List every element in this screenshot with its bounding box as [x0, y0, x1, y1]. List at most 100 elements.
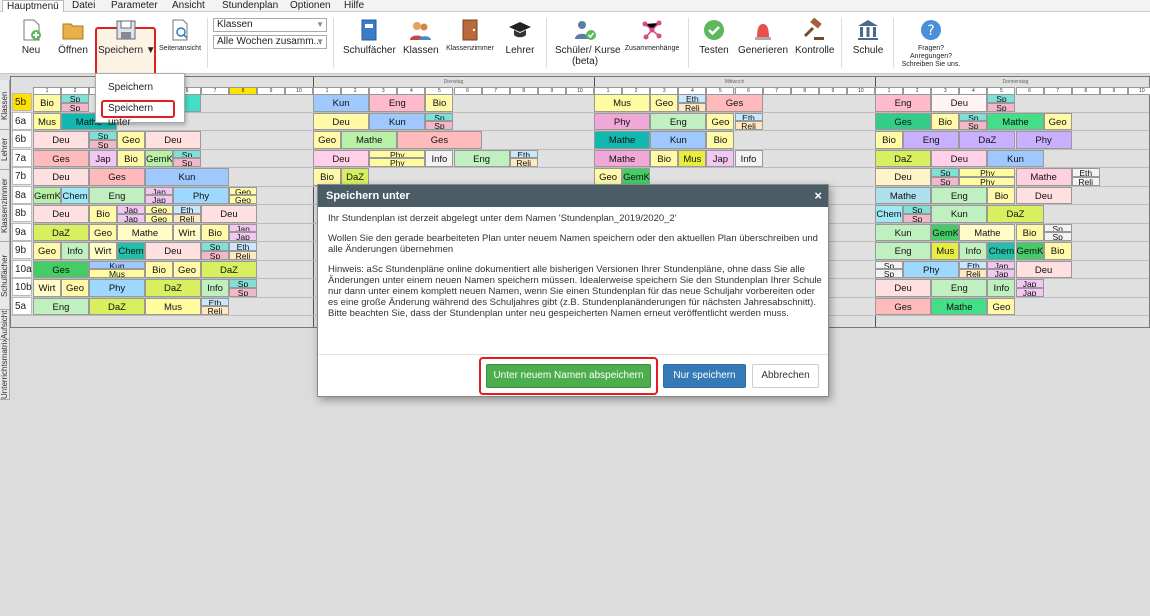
- lesson-cell[interactable]: Reli: [509, 158, 538, 167]
- lesson-cell[interactable]: Kun: [650, 131, 707, 149]
- lesson-cell[interactable]: Info: [959, 242, 988, 260]
- lesson-cell[interactable]: DaZ: [89, 297, 145, 315]
- lesson-cell[interactable]: Deu: [313, 112, 370, 130]
- lesson-cell[interactable]: Sp: [1043, 232, 1072, 241]
- lesson-cell[interactable]: DaZ: [987, 205, 1044, 223]
- lesson-cell[interactable]: Phy: [594, 112, 651, 130]
- lesson-cell[interactable]: GemK: [145, 149, 173, 167]
- lesson-cell[interactable]: Sp: [61, 94, 89, 103]
- lesson-cell[interactable]: Reli: [959, 269, 988, 278]
- lesson-cell[interactable]: Sp: [173, 149, 201, 159]
- lesson-cell[interactable]: Mathe: [875, 186, 932, 204]
- lesson-cell[interactable]: Mathe: [341, 131, 398, 149]
- lesson-cell[interactable]: Eth: [734, 112, 763, 122]
- lesson-cell[interactable]: Eth: [201, 297, 229, 307]
- lesson-cell[interactable]: Phy: [173, 186, 229, 204]
- lesson-cell[interactable]: Bio: [706, 131, 735, 149]
- lesson-cell[interactable]: Deu: [875, 168, 932, 186]
- subjects-button[interactable]: Schulfächer: [343, 16, 396, 56]
- lesson-cell[interactable]: Eth: [1071, 168, 1100, 177]
- lesson-cell[interactable]: Eng: [369, 94, 426, 112]
- lesson-cell[interactable]: Deu: [33, 168, 89, 186]
- lesson-cell[interactable]: Info: [61, 242, 89, 260]
- lesson-cell[interactable]: Phy: [959, 168, 1016, 177]
- view-select[interactable]: Klassen ▼: [213, 18, 327, 32]
- lesson-cell[interactable]: Info: [734, 149, 763, 167]
- lesson-cell[interactable]: DaZ: [33, 223, 89, 241]
- lesson-cell[interactable]: Geo: [61, 279, 89, 297]
- lesson-cell[interactable]: Sp: [201, 250, 229, 260]
- class-row-label[interactable]: 10a: [12, 259, 32, 278]
- lesson-cell[interactable]: Chem: [987, 242, 1016, 260]
- open-button[interactable]: Öffnen: [57, 16, 89, 56]
- lesson-cell[interactable]: Jap: [145, 195, 173, 204]
- lesson-cell[interactable]: Eng: [931, 186, 988, 204]
- lesson-cell[interactable]: Info: [987, 279, 1016, 297]
- menu-item-save[interactable]: Speichern: [108, 82, 153, 93]
- lesson-cell[interactable]: Info: [201, 279, 229, 297]
- lesson-cell[interactable]: Geo: [650, 94, 679, 112]
- lesson-cell[interactable]: Wirt: [89, 242, 117, 260]
- lesson-cell[interactable]: Deu: [931, 94, 988, 112]
- lesson-cell[interactable]: Jap: [117, 205, 145, 214]
- side-tab-5[interactable]: Unterrichtsmatrix: [0, 340, 10, 400]
- lesson-cell[interactable]: Chem: [875, 205, 904, 223]
- lesson-cell[interactable]: Eng: [903, 131, 960, 149]
- lesson-cell[interactable]: Wirt: [173, 223, 201, 241]
- lesson-cell[interactable]: Bio: [931, 112, 960, 130]
- lesson-cell[interactable]: Eth: [678, 94, 707, 103]
- lesson-cell[interactable]: Eth: [959, 260, 988, 270]
- lesson-cell[interactable]: Jap: [229, 232, 257, 241]
- lesson-cell[interactable]: Phy: [1015, 131, 1072, 149]
- lesson-cell[interactable]: Bio: [117, 149, 145, 167]
- lesson-cell[interactable]: Reli: [229, 250, 257, 260]
- lesson-cell[interactable]: Ges: [875, 112, 932, 130]
- lesson-cell[interactable]: Eng: [931, 279, 988, 297]
- lesson-cell[interactable]: Jap: [987, 269, 1016, 278]
- lesson-cell[interactable]: Sp: [931, 176, 960, 186]
- class-row-label[interactable]: 10b: [12, 278, 32, 296]
- page-view-button[interactable]: Seitenansicht: [158, 16, 202, 53]
- lesson-cell[interactable]: Phy: [959, 176, 1016, 186]
- lesson-cell[interactable]: Geo: [229, 195, 257, 204]
- lesson-cell[interactable]: DaZ: [341, 168, 370, 186]
- class-row-label[interactable]: 6a: [12, 111, 32, 130]
- lesson-cell[interactable]: Eng: [89, 186, 145, 204]
- lesson-cell[interactable]: Phy: [369, 158, 426, 167]
- lesson-cell[interactable]: DaZ: [875, 149, 932, 167]
- lesson-cell[interactable]: Kun: [931, 205, 988, 223]
- lesson-cell[interactable]: Mathe: [1015, 168, 1072, 186]
- lesson-cell[interactable]: Jap: [1015, 279, 1044, 288]
- class-row-label[interactable]: 8b: [12, 204, 32, 222]
- lesson-cell[interactable]: Ges: [33, 149, 89, 167]
- lesson-cell[interactable]: Bio: [425, 94, 454, 112]
- lesson-cell[interactable]: Mus: [594, 94, 651, 112]
- lesson-cell[interactable]: DaZ: [959, 131, 1016, 149]
- lesson-cell[interactable]: Bio: [987, 186, 1016, 204]
- menu-hauptmenu[interactable]: Hauptmenü: [2, 0, 64, 12]
- lesson-cell[interactable]: GemK: [33, 186, 61, 204]
- menu-item-save-as[interactable]: Speichern unter: [101, 100, 175, 128]
- lesson-cell[interactable]: Mathe: [117, 223, 173, 241]
- menu-hilfe[interactable]: Hilfe: [340, 0, 368, 11]
- lesson-cell[interactable]: Eng: [875, 94, 932, 112]
- lesson-cell[interactable]: Deu: [201, 205, 257, 223]
- lesson-cell[interactable]: Sp: [425, 112, 454, 122]
- week-select[interactable]: Alle Wochen zusamm... ▼: [213, 35, 327, 49]
- lesson-cell[interactable]: Sp: [89, 139, 117, 149]
- lesson-cell[interactable]: Jap: [89, 149, 117, 167]
- lesson-cell[interactable]: Sp: [875, 269, 904, 278]
- lesson-cell[interactable]: Deu: [145, 131, 201, 149]
- lesson-cell[interactable]: Geo: [1043, 112, 1072, 130]
- lesson-cell[interactable]: Mathe: [594, 131, 651, 149]
- lesson-cell[interactable]: Mus: [89, 269, 145, 278]
- lesson-cell[interactable]: Phy: [89, 279, 145, 297]
- lesson-cell[interactable]: Deu: [931, 149, 988, 167]
- lesson-cell[interactable]: Jap: [145, 186, 173, 196]
- lesson-cell[interactable]: Sp: [229, 287, 257, 297]
- lesson-cell[interactable]: Geo: [313, 131, 342, 149]
- lesson-cell[interactable]: Jap: [229, 223, 257, 233]
- save-only-button[interactable]: Nur speichern: [663, 364, 746, 388]
- lesson-cell[interactable]: DaZ: [145, 279, 201, 297]
- save-under-new-name-button[interactable]: Unter neuem Namen abspeichern: [486, 364, 651, 388]
